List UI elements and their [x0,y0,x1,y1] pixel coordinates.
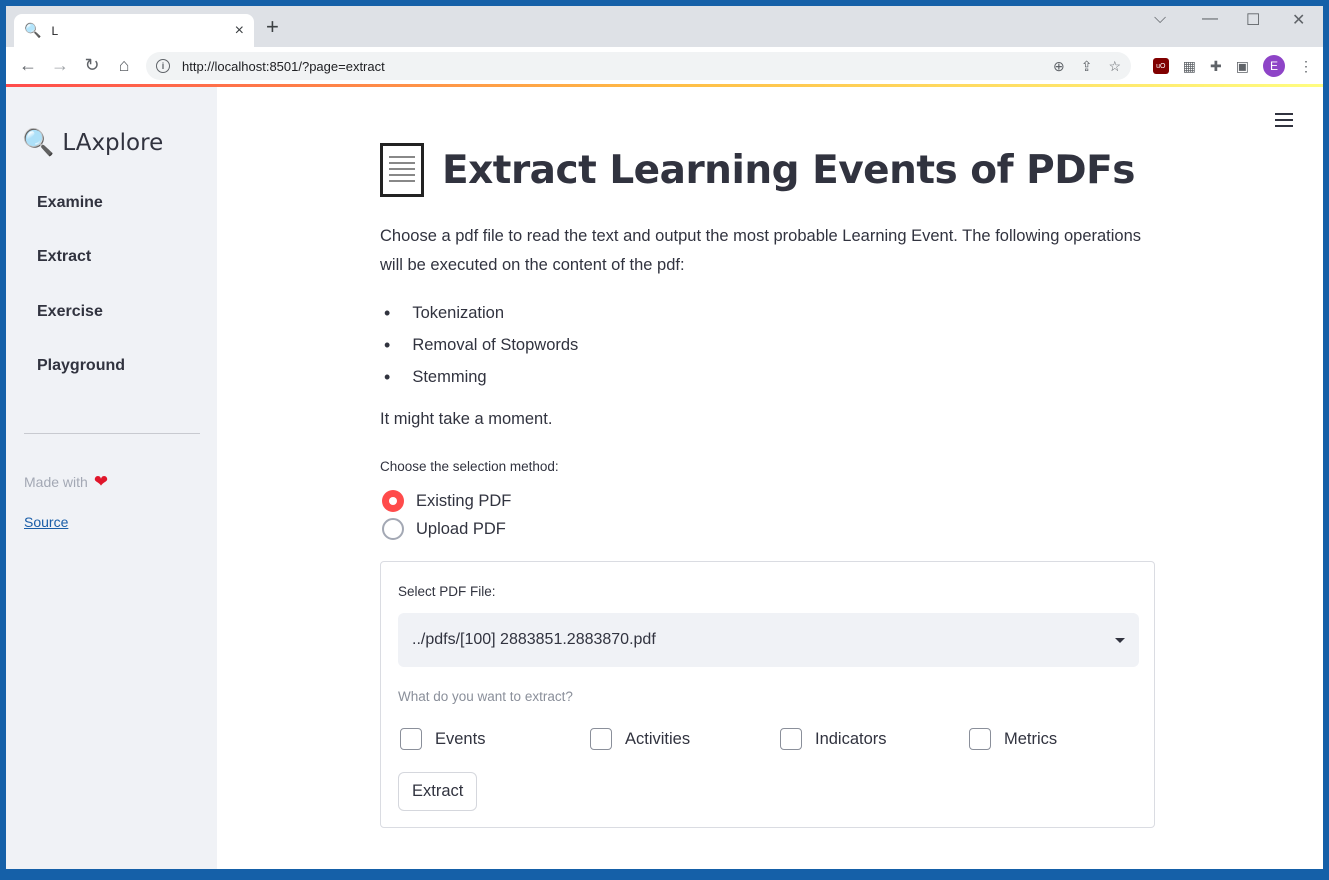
checkbox-label: Metrics [1004,729,1058,748]
checkbox-box[interactable] [400,728,422,750]
side-panel-icon[interactable]: ▣ [1236,58,1249,75]
checkbox-label: Activities [625,729,691,748]
minimize-icon[interactable]: — [1202,10,1218,28]
magnifier-icon: 🔍 [22,127,55,157]
sidebar-item-extract[interactable]: Extract [37,248,91,266]
address-bar[interactable]: i http://localhost:8501/?page=extract ⊕ … [146,52,1131,80]
radio-label: Existing PDF [416,491,512,510]
tab-favicon-icon: 🔍 [24,22,42,38]
checkbox-label: Indicators [815,729,887,748]
browser-menu-icon[interactable]: ⋮ [1299,58,1313,75]
checkbox-indicators[interactable]: Indicators [780,728,887,750]
browser-toolbar: ← → ↻ ⌂ i http://localhost:8501/?page=ex… [6,47,1323,85]
checkbox-box[interactable] [969,728,991,750]
extract-question-label: What do you want to extract? [398,689,573,704]
bookmark-star-icon[interactable]: ☆ [1108,58,1121,75]
tab-strip: 🔍 L × + ⌵ — ☐ ✕ [6,6,1323,47]
checkbox-activities[interactable]: Activities [590,728,690,750]
extensions-puzzle-icon[interactable]: ✚ [1210,58,1222,75]
sidebar-brand: 🔍 LAxplore [22,127,163,158]
share-icon[interactable]: ⇪ [1081,58,1093,75]
new-tab-button[interactable]: + [266,16,279,38]
select-value: ../pdfs/[100] 2883851.2883870.pdf [412,631,656,648]
tab-close-icon[interactable]: × [235,22,244,40]
main-area: Extract Learning Events of PDFs Choose a… [217,87,1323,869]
maximize-icon[interactable]: ☐ [1246,10,1260,30]
radio-existing-pdf[interactable]: Existing PDF [382,490,511,512]
home-icon[interactable]: ⌂ [108,50,140,82]
brand-title: LAxplore [62,129,164,156]
checkbox-box[interactable] [780,728,802,750]
ublock-icon[interactable]: uO [1152,58,1169,74]
extension-icons: uO ▦ ✚ ▣ E ⋮ [1152,52,1313,80]
app-menu-icon[interactable] [1275,113,1293,131]
sidebar-item-examine[interactable]: Examine [37,194,103,212]
wait-note: It might take a moment. [380,410,553,428]
zoom-icon[interactable]: ⊕ [1053,58,1065,75]
list-item: Removal of Stopwords [380,329,578,361]
sidebar: 🔍 LAxplore Examine Extract Exercise Play… [6,87,217,869]
dropdown-caret-icon[interactable] [1115,637,1125,643]
heart-icon: ❤ [93,472,109,491]
url-text[interactable]: http://localhost:8501/?page=extract [182,59,1037,74]
checkbox-events[interactable]: Events [400,728,485,750]
document-icon [380,143,424,197]
made-with-text: Made with [24,474,88,490]
pdf-file-select[interactable]: ../pdfs/[100] 2883851.2883870.pdf [398,613,1139,667]
qr-code-icon[interactable]: ▦ [1183,58,1196,75]
sidebar-item-exercise[interactable]: Exercise [37,303,103,321]
page-title: Extract Learning Events of PDFs [380,143,1135,197]
select-pdf-label: Select PDF File: [398,584,496,599]
site-info-icon[interactable]: i [156,59,170,73]
extract-form: Select PDF File: ../pdfs/[100] 2883851.2… [380,561,1155,828]
radio-upload-pdf[interactable]: Upload PDF [382,518,506,540]
radio-label: Upload PDF [416,519,506,538]
checkbox-box[interactable] [590,728,612,750]
reload-icon[interactable]: ↻ [76,50,108,82]
list-item: Tokenization [380,297,578,329]
checkbox-label: Events [435,729,486,748]
source-link[interactable]: Source [24,514,68,530]
close-window-icon[interactable]: ✕ [1292,10,1305,30]
tab-title: L [51,23,59,38]
radio-selected-icon[interactable] [382,490,404,512]
operations-list: Tokenization Removal of Stopwords Stemmi… [380,297,578,393]
selection-method-label: Choose the selection method: [380,459,559,474]
checkbox-metrics[interactable]: Metrics [969,728,1057,750]
back-arrow-icon[interactable]: ← [12,50,44,82]
browser-tab[interactable]: 🔍 L × [14,14,254,47]
page-title-text: Extract Learning Events of PDFs [442,147,1135,193]
intro-text: Choose a pdf file to read the text and o… [380,227,1142,274]
extract-button[interactable]: Extract [398,772,478,811]
tab-search-chevron-icon[interactable]: ⌵ [1154,10,1166,28]
made-with-note: Made with ❤ [24,472,108,492]
browser-window: 🔍 L × + ⌵ — ☐ ✕ ← → ↻ ⌂ i http://localho… [6,6,1323,869]
radio-unselected-icon[interactable] [382,518,404,540]
sidebar-item-playground[interactable]: Playground [37,357,125,375]
forward-arrow-icon[interactable]: → [44,50,76,82]
sidebar-divider [24,433,200,434]
profile-avatar[interactable]: E [1263,55,1285,77]
list-item: Stemming [380,361,578,393]
